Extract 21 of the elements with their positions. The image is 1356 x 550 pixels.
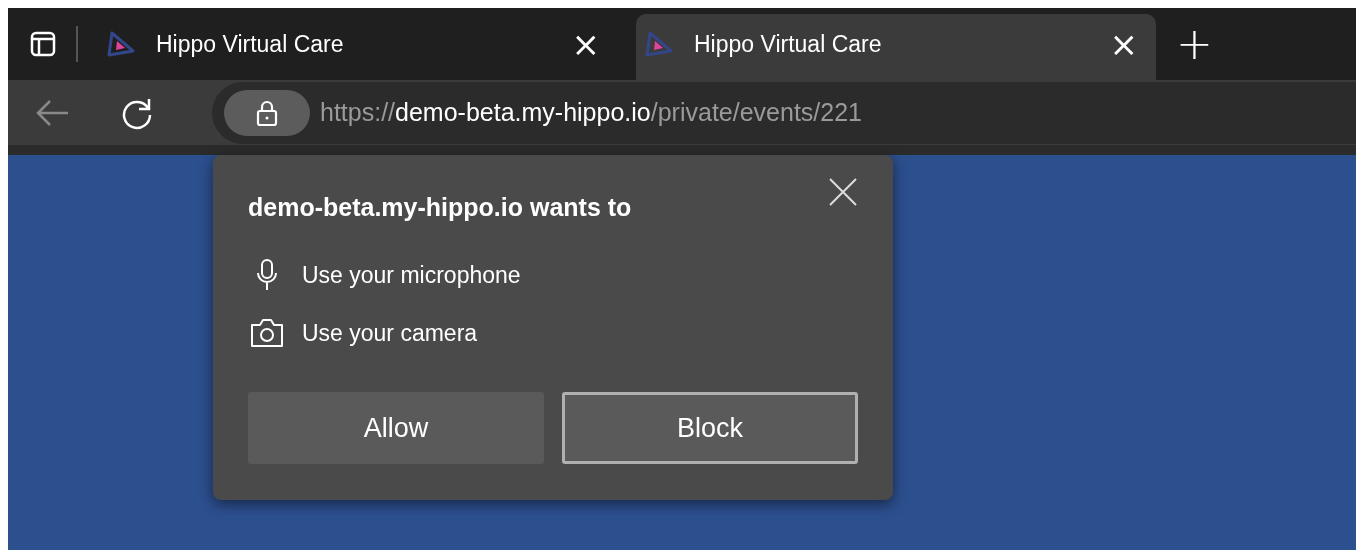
allow-button[interactable]: Allow [248, 392, 544, 464]
url-text: https://demo-beta.my-hippo.io/private/events/221 [320, 98, 862, 127]
tab-title: Hippo Virtual Care [694, 30, 883, 58]
new-tab-button[interactable]: + [1176, 22, 1213, 66]
triangle-logo-icon [644, 29, 674, 59]
camera-icon [248, 316, 286, 350]
close-icon[interactable] [828, 177, 858, 207]
triangle-logo-icon [106, 29, 136, 59]
permission-label: Use your microphone [302, 261, 521, 289]
address-bar[interactable]: https://demo-beta.my-hippo.io/private/events/221 [212, 81, 1356, 144]
site-info-button[interactable] [224, 89, 310, 136]
close-tab-button[interactable]: × [1109, 27, 1138, 61]
close-tab-button[interactable]: × [571, 27, 600, 61]
browser-tab[interactable]: Hippo Virtual Care × [636, 14, 1156, 80]
lock-icon [255, 98, 279, 127]
tab-actions-icon[interactable] [30, 31, 56, 57]
block-button[interactable]: Block [562, 392, 858, 464]
permission-label: Use your camera [302, 319, 478, 347]
tab-title: Hippo Virtual Care [156, 30, 345, 58]
dialog-title: demo-beta.my-hippo.io wants to [248, 193, 632, 222]
back-arrow-icon[interactable] [34, 97, 70, 128]
